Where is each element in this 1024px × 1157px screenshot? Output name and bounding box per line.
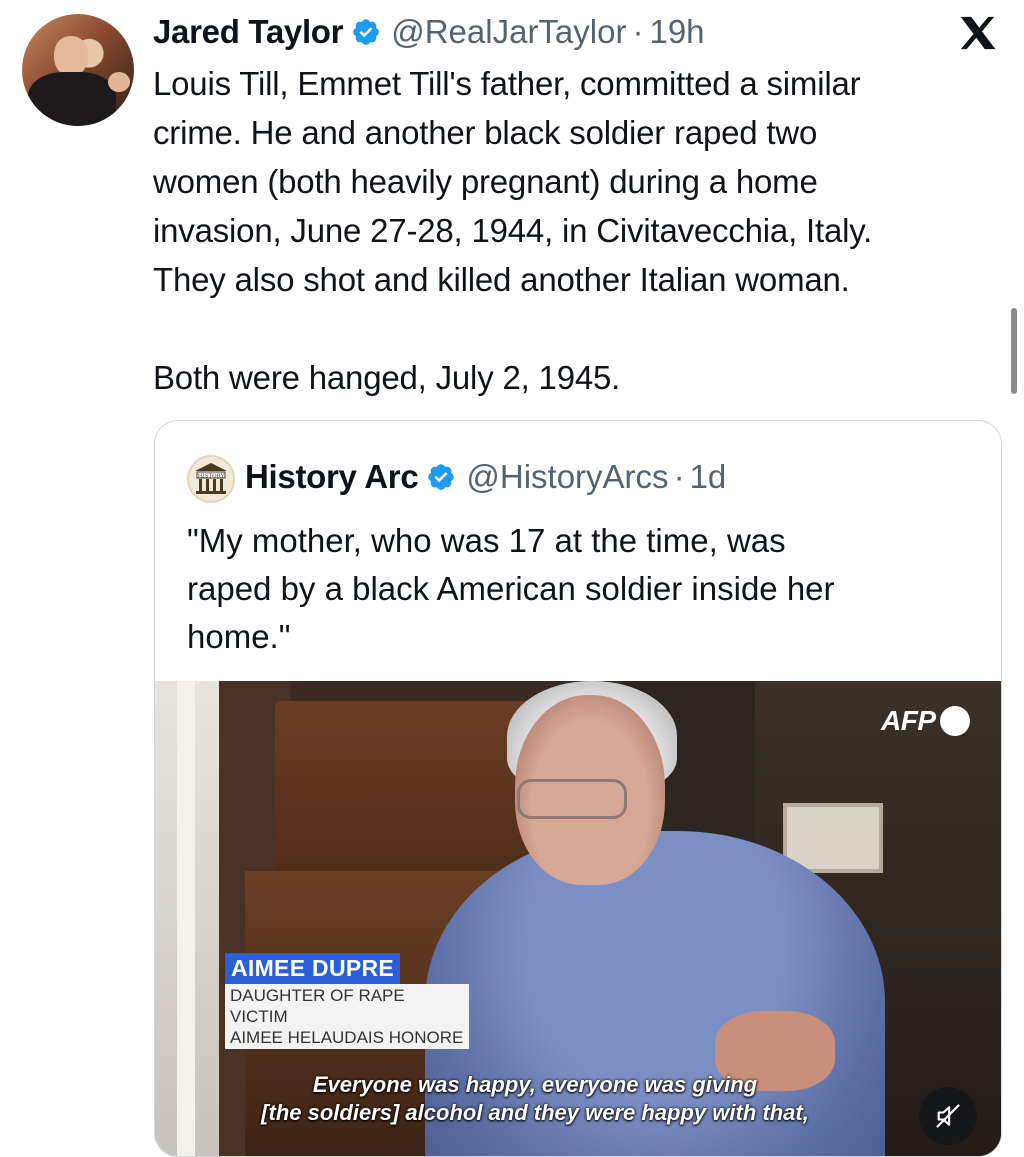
tweet-screenshot: Jared Taylor @RealJarTaylor · 19h Louis …	[0, 0, 1024, 1157]
author-avatar[interactable]	[22, 14, 134, 126]
mute-button[interactable]	[919, 1087, 977, 1145]
history-building-icon: HISTORY	[195, 463, 227, 494]
afp-watermark: AFP	[881, 705, 970, 737]
tweet-time[interactable]: 19h	[649, 13, 704, 51]
lower-third-caption: AIMEE DUPRE DAUGHTER OF RAPE VICTIM AIME…	[225, 953, 469, 1049]
x-logo-icon	[960, 16, 996, 50]
history-avatar-text: HISTORY	[198, 473, 225, 479]
tweet-header: Jared Taylor @RealJarTaylor · 19h	[153, 12, 705, 52]
video-player[interactable]: AFP AIMEE DUPRE DAUGHTER OF RAPE VICTIM …	[155, 681, 1001, 1156]
quoted-tweet-time[interactable]: 1d	[690, 458, 727, 496]
video-subtitle: Everyone was happy, everyone was giving …	[261, 1072, 809, 1125]
lower-third-name: AIMEE DUPRE	[225, 953, 401, 984]
afp-watermark-text: AFP	[881, 705, 936, 736]
quoted-author-name[interactable]: History Arc	[245, 458, 419, 496]
author-handle[interactable]: @RealJarTaylor	[391, 13, 626, 51]
quoted-author-avatar[interactable]: HISTORY	[187, 455, 235, 503]
verified-badge-icon	[428, 464, 455, 490]
video-person-glasses	[517, 779, 627, 819]
tweet-body-text: Louis Till, Emmet Till's father, committ…	[153, 65, 873, 396]
quoted-tweet-card[interactable]: HISTORY History Arc @HistoryArcs · 1d "M…	[154, 420, 1002, 1157]
quoted-tweet-text: "My mother, who was 17 at the time, was …	[187, 522, 835, 655]
afp-dot-icon	[939, 706, 970, 736]
quoted-author-handle[interactable]: @HistoryArcs	[466, 458, 668, 496]
lower-third-description: DAUGHTER OF RAPE VICTIM AIMEE HELAUDAIS …	[225, 984, 469, 1049]
avatar-hand	[108, 72, 130, 92]
scrollbar-thumb[interactable]	[1011, 308, 1017, 394]
author-name[interactable]: Jared Taylor	[153, 13, 344, 51]
quoted-tweet-header: History Arc @HistoryArcs · 1d	[245, 457, 726, 497]
verified-badge-icon	[353, 19, 380, 45]
muted-speaker-icon	[936, 1104, 960, 1128]
avatar-face	[54, 36, 88, 76]
separator-dot: ·	[673, 458, 685, 495]
video-scene-door	[177, 681, 195, 1156]
avatar-suit	[28, 72, 116, 126]
separator-dot: ·	[632, 13, 644, 50]
